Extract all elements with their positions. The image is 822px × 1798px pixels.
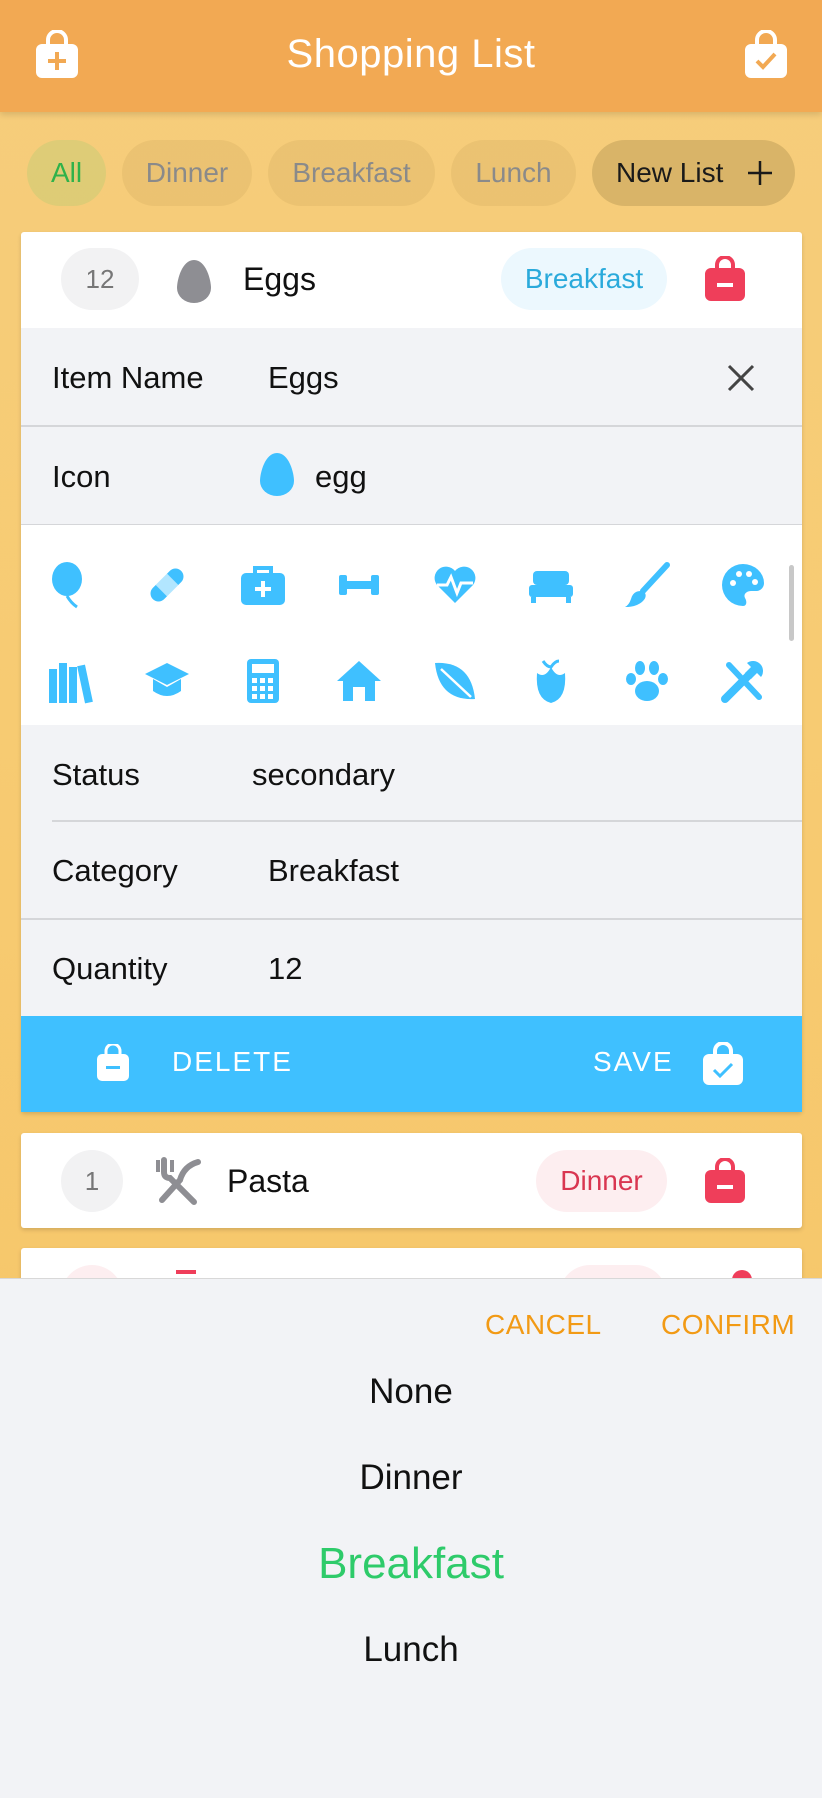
item-name: Pasta <box>227 1163 309 1199</box>
new-list-button[interactable]: New List <box>592 140 795 206</box>
status-label: Status <box>52 757 140 792</box>
category-picker-sheet: CANCEL CONFIRM None Dinner Breakfast Lun… <box>0 1278 822 1798</box>
category-field-row[interactable]: Category Breakfast <box>21 822 802 918</box>
bed-icon[interactable] <box>527 561 575 609</box>
quantity-field-row[interactable]: Quantity 12 <box>21 920 802 1016</box>
filter-chip-all[interactable]: All <box>27 140 106 206</box>
bag-check-icon[interactable] <box>743 30 789 80</box>
category-badge: Breakfast <box>501 248 667 310</box>
item-quantity: 12 <box>61 248 139 310</box>
category-badge: Dinner <box>536 1150 667 1212</box>
bag-check-icon <box>703 1042 743 1085</box>
rose-icon[interactable] <box>527 657 575 705</box>
page-title: Shopping List <box>286 32 536 76</box>
item-card-eggs-expanded: 12 Eggs Breakfast Item Name Eggs Icon eg… <box>21 232 802 1112</box>
icon-label: Icon <box>52 459 111 494</box>
delete-label: DELETE <box>172 1046 293 1077</box>
save-label: SAVE <box>593 1046 674 1077</box>
heartbeat-icon[interactable] <box>431 561 479 609</box>
edit-action-bar: DELETE SAVE <box>21 1016 802 1112</box>
clear-icon[interactable] <box>727 364 755 392</box>
utensils-icon <box>156 1157 201 1205</box>
brush-icon[interactable] <box>623 561 671 609</box>
graduation-cap-icon[interactable] <box>143 657 191 705</box>
filter-chip-lunch[interactable]: Lunch <box>451 140 576 206</box>
picker-option-lunch[interactable]: Lunch <box>0 1630 822 1670</box>
cancel-button[interactable]: CANCEL <box>485 1309 602 1341</box>
item-name: Eggs <box>243 261 316 297</box>
dumbbell-icon[interactable] <box>335 561 383 609</box>
filter-chip-dinner[interactable]: Dinner <box>122 140 252 206</box>
picker-option-dinner[interactable]: Dinner <box>0 1458 822 1498</box>
item-name-label: Item Name <box>52 360 204 395</box>
tools-icon[interactable] <box>719 657 767 705</box>
books-icon[interactable] <box>47 657 95 705</box>
status-field-row[interactable]: Status secondary <box>21 725 802 822</box>
picker-option-none[interactable]: None <box>0 1372 822 1412</box>
plus-icon <box>748 161 772 185</box>
egg-icon <box>177 260 211 303</box>
palette-icon[interactable] <box>719 561 767 609</box>
confirm-button[interactable]: CONFIRM <box>661 1309 795 1341</box>
picker-option-breakfast[interactable]: Breakfast <box>0 1539 822 1589</box>
paw-icon[interactable] <box>623 657 671 705</box>
quantity-label: Quantity <box>52 951 168 986</box>
leaf-icon[interactable] <box>431 657 479 705</box>
egg-icon <box>260 453 294 496</box>
bag-remove-icon[interactable] <box>704 256 746 302</box>
save-button[interactable]: SAVE <box>561 1016 781 1112</box>
app-header: Shopping List <box>0 0 822 112</box>
filter-chip-breakfast[interactable]: Breakfast <box>268 140 435 206</box>
icon-value: egg <box>315 459 367 494</box>
new-list-label: New List <box>616 157 724 188</box>
quantity-input[interactable]: 12 <box>268 951 302 987</box>
balloon-icon[interactable] <box>47 561 95 609</box>
item-row[interactable]: 12 Eggs Breakfast <box>21 232 802 328</box>
category-label: Category <box>52 853 178 888</box>
item-name-field-row: Item Name Eggs <box>21 328 802 425</box>
bandage-icon[interactable] <box>143 561 191 609</box>
bag-remove-icon[interactable] <box>704 1158 746 1204</box>
item-card-pasta[interactable]: 1 Pasta Dinner <box>21 1133 802 1228</box>
category-filter-bar: All Dinner Breakfast Lunch New List <box>0 140 822 206</box>
category-value: Breakfast <box>268 853 399 888</box>
calculator-icon[interactable] <box>239 657 287 705</box>
grid-scrollbar[interactable] <box>789 565 794 641</box>
status-value: secondary <box>252 757 396 792</box>
item-name-input[interactable]: Eggs <box>268 360 339 396</box>
home-icon[interactable] <box>335 657 383 705</box>
icon-field-row[interactable]: Icon egg <box>21 427 802 524</box>
medkit-icon[interactable] <box>239 561 287 609</box>
delete-button[interactable]: DELETE <box>71 1016 321 1112</box>
icon-picker-grid <box>21 525 802 725</box>
item-quantity: 1 <box>61 1150 123 1212</box>
bag-remove-icon <box>97 1044 129 1081</box>
